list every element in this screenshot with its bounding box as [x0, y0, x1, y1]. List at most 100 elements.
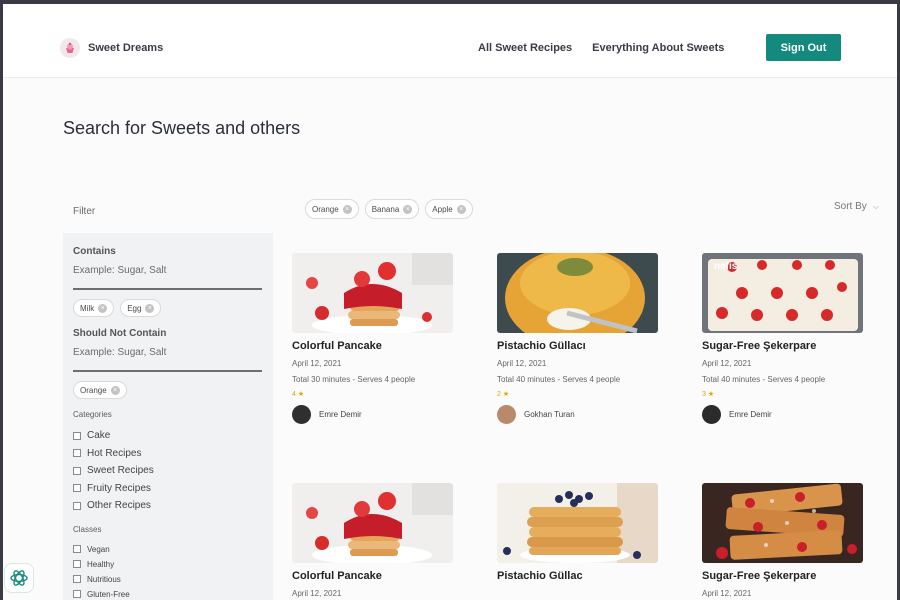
brand[interactable]: Sweet Dreams	[60, 38, 163, 58]
nefis-watermark: nefis	[714, 261, 738, 272]
classes-heading: Classes	[73, 524, 102, 534]
recipe-card[interactable]: Pistachio Güllac	[497, 483, 659, 582]
checkbox[interactable]	[73, 575, 81, 583]
category-option[interactable]: Cake	[73, 427, 263, 445]
recipe-title[interactable]: Sugar-Free Şekerpare	[702, 570, 864, 582]
recipe-title[interactable]: Pistachio Güllac	[497, 570, 659, 582]
recipe-title[interactable]: Sugar-Free Şekerpare	[702, 340, 864, 352]
recipe-image[interactable]: nefis	[702, 253, 863, 333]
not-contains-input[interactable]: Example: Sugar, Salt	[73, 347, 262, 372]
filter-chip[interactable]: Orange ×	[305, 199, 359, 219]
category-label: Cake	[87, 430, 111, 442]
chip-label: Apple	[432, 204, 453, 214]
class-label: Vegan	[87, 544, 110, 554]
brand-name: Sweet Dreams	[88, 42, 164, 54]
remove-icon[interactable]: ×	[403, 204, 413, 214]
categories-heading: Categories	[73, 410, 112, 419]
recipe-rating: 2 ★	[497, 391, 510, 398]
checkbox[interactable]	[73, 466, 81, 475]
contains-heading: Contains	[73, 246, 116, 257]
remove-icon[interactable]: ×	[456, 204, 466, 214]
remove-icon[interactable]: ×	[342, 204, 352, 214]
recipe-card[interactable]: Pistachio Güllacı April 12, 2021 Total 4…	[497, 253, 659, 424]
recipe-date: April 12, 2021	[702, 589, 752, 598]
recipe-author[interactable]: Emre Demir	[702, 405, 864, 424]
class-label: Nutritious	[87, 574, 121, 584]
recipe-card[interactable]: nefis Sugar-Free Şekerpare April 12, 202…	[702, 253, 864, 424]
checkbox[interactable]	[73, 484, 81, 493]
remove-icon[interactable]: ×	[98, 303, 108, 313]
remove-icon[interactable]: ×	[145, 303, 155, 313]
avatar	[702, 405, 721, 424]
contains-input[interactable]: Example: Sugar, Salt	[73, 265, 262, 290]
remove-icon[interactable]: ×	[110, 385, 120, 395]
author-name: Gokhan Turan	[524, 410, 575, 419]
recipe-date: April 12, 2021	[497, 359, 547, 368]
class-label: Gluten-Free	[87, 589, 130, 599]
recipe-rating: 3 ★	[702, 391, 715, 398]
filter-chip[interactable]: Apple ×	[425, 199, 473, 219]
recipe-author[interactable]: Gokhan Turan	[497, 405, 659, 424]
category-option[interactable]: Other Recipes	[73, 497, 263, 515]
class-label: Healthy	[87, 559, 115, 569]
page-title: Search for Sweets and others	[63, 118, 301, 138]
recipe-card[interactable]: Sugar-Free Şekerpare April 12, 2021	[702, 483, 864, 598]
recipe-image[interactable]	[292, 483, 453, 563]
recipe-rating: 4 ★	[292, 391, 305, 398]
recipe-title[interactable]: Colorful Pancake	[292, 340, 454, 352]
category-option[interactable]: Hot Recipes	[73, 445, 263, 463]
recipe-card[interactable]: Colorful Pancake April 12, 2021 Total 30…	[292, 253, 454, 424]
author-name: Emre Demir	[729, 410, 772, 419]
sign-out-button[interactable]: Sign Out	[766, 34, 841, 61]
recipe-image[interactable]	[292, 253, 453, 333]
avatar	[497, 405, 516, 424]
chip-label: Orange	[80, 385, 107, 395]
filter-sidebar: Contains Example: Sugar, Salt Milk × Egg ×…	[63, 233, 273, 600]
recipe-title[interactable]: Pistachio Güllacı	[497, 340, 659, 352]
category-option[interactable]: Sweet Recipes	[73, 462, 263, 480]
filter-chip[interactable]: Banana ×	[364, 199, 420, 219]
checkbox[interactable]	[73, 545, 81, 553]
chevron-down-icon: ⌵	[872, 201, 879, 211]
checkbox[interactable]	[73, 560, 81, 568]
class-option[interactable]: Nutritious	[73, 572, 263, 587]
nav-everything-about-sweets[interactable]: Everything About Sweets	[592, 42, 724, 54]
class-option[interactable]: Gluten-Free	[73, 587, 263, 600]
recipe-image[interactable]	[497, 483, 658, 563]
recipe-date: April 12, 2021	[702, 359, 752, 368]
class-option[interactable]: Vegan	[73, 542, 263, 557]
chip-label: Banana	[371, 204, 400, 214]
main-nav: All Sweet Recipes Everything About Sweet…	[478, 42, 724, 54]
ingredient-chip[interactable]: Milk ×	[73, 299, 115, 317]
recipe-author[interactable]: Emre Demir	[292, 405, 454, 424]
nav-all-sweet-recipes[interactable]: All Sweet Recipes	[478, 42, 572, 54]
class-option[interactable]: Healthy	[73, 557, 263, 572]
sort-by-label: Sort By	[834, 201, 867, 212]
not-contains-heading: Should Not Contain	[73, 328, 167, 339]
recipe-meta: Total 40 minutes - Serves 4 people	[702, 375, 826, 384]
checkbox[interactable]	[73, 590, 81, 598]
chip-label: Orange	[312, 204, 339, 214]
recipe-image[interactable]	[497, 253, 658, 333]
assistant-icon[interactable]	[4, 563, 34, 593]
checkbox[interactable]	[73, 501, 81, 510]
category-option[interactable]: Fruity Recipes	[73, 480, 263, 498]
checkbox[interactable]	[73, 431, 81, 440]
category-label: Fruity Recipes	[87, 482, 151, 494]
ingredient-chip[interactable]: Orange ×	[73, 381, 127, 399]
avatar	[292, 405, 311, 424]
sort-by-dropdown[interactable]: Sort By ⌵	[834, 201, 879, 212]
not-contains-chips: Orange ×	[73, 381, 263, 399]
cupcake-logo-icon	[60, 38, 80, 58]
recipe-title[interactable]: Colorful Pancake	[292, 570, 454, 582]
recipe-date: April 12, 2021	[292, 589, 342, 598]
active-filter-chips: Orange × Banana × Apple ×	[305, 199, 473, 219]
ingredient-chip[interactable]: Egg ×	[120, 299, 162, 317]
recipe-image[interactable]	[702, 483, 863, 563]
filter-label: Filter	[73, 206, 96, 217]
top-header: Sweet Dreams All Sweet Recipes Everythin…	[3, 4, 897, 78]
checkbox[interactable]	[73, 449, 81, 458]
recipe-card[interactable]: Colorful Pancake April 12, 2021	[292, 483, 454, 598]
recipe-meta: Total 40 minutes - Serves 4 people	[497, 375, 621, 384]
category-label: Hot Recipes	[87, 447, 142, 459]
